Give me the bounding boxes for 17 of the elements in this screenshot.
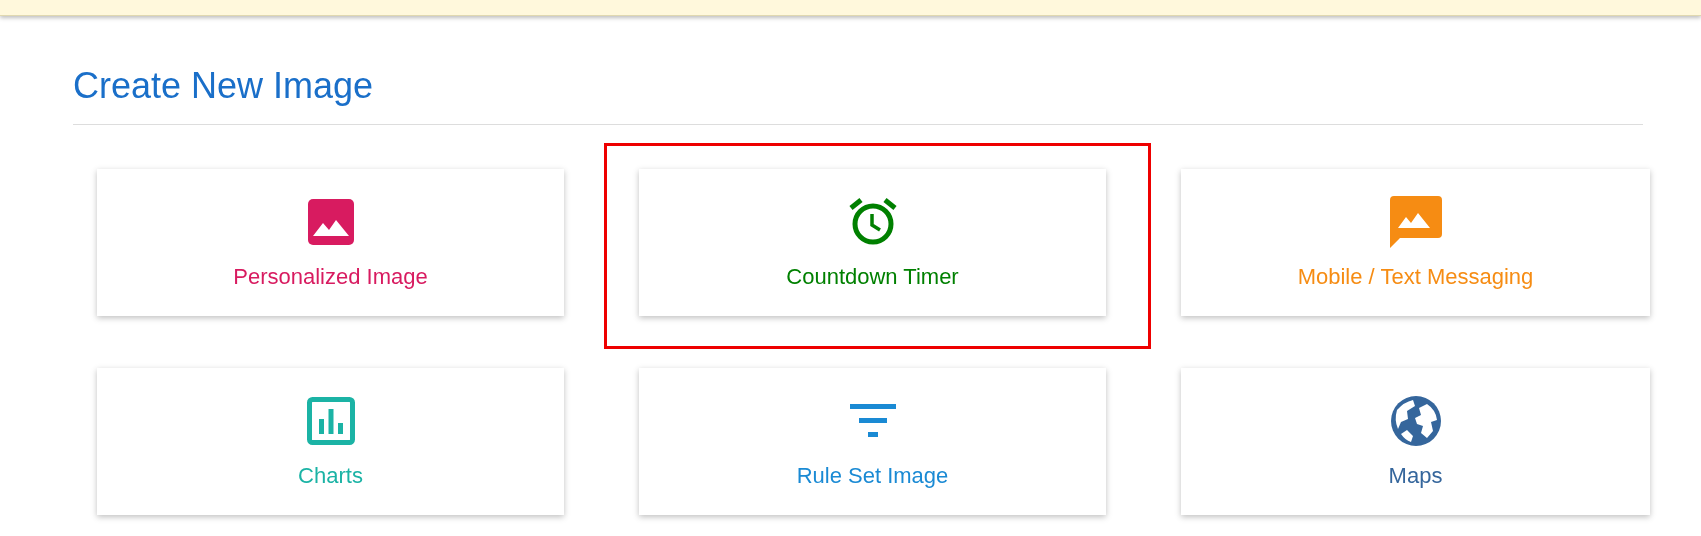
- globe-icon: [1390, 396, 1441, 446]
- card-label: Charts: [298, 462, 363, 490]
- image-icon: [307, 199, 354, 245]
- bar-chart-icon: [306, 397, 355, 445]
- message-image-icon: [1389, 196, 1442, 248]
- card-label: Countdown Timer: [786, 263, 959, 291]
- alarm-clock-icon: [847, 197, 898, 247]
- card-label: Personalized Image: [233, 263, 428, 291]
- option-card[interactable]: Countdown Timer: [639, 169, 1106, 316]
- page-title: Create New Image: [73, 64, 1643, 125]
- card-label: Rule Set Image: [796, 462, 949, 490]
- option-card[interactable]: Charts: [97, 368, 564, 515]
- option-card[interactable]: Rule Set Image: [639, 368, 1106, 515]
- option-card[interactable]: Maps: [1181, 368, 1650, 515]
- card-label: Mobile / Text Messaging: [1297, 263, 1534, 291]
- option-card[interactable]: Personalized Image: [97, 169, 564, 316]
- card-label: Maps: [1388, 462, 1443, 490]
